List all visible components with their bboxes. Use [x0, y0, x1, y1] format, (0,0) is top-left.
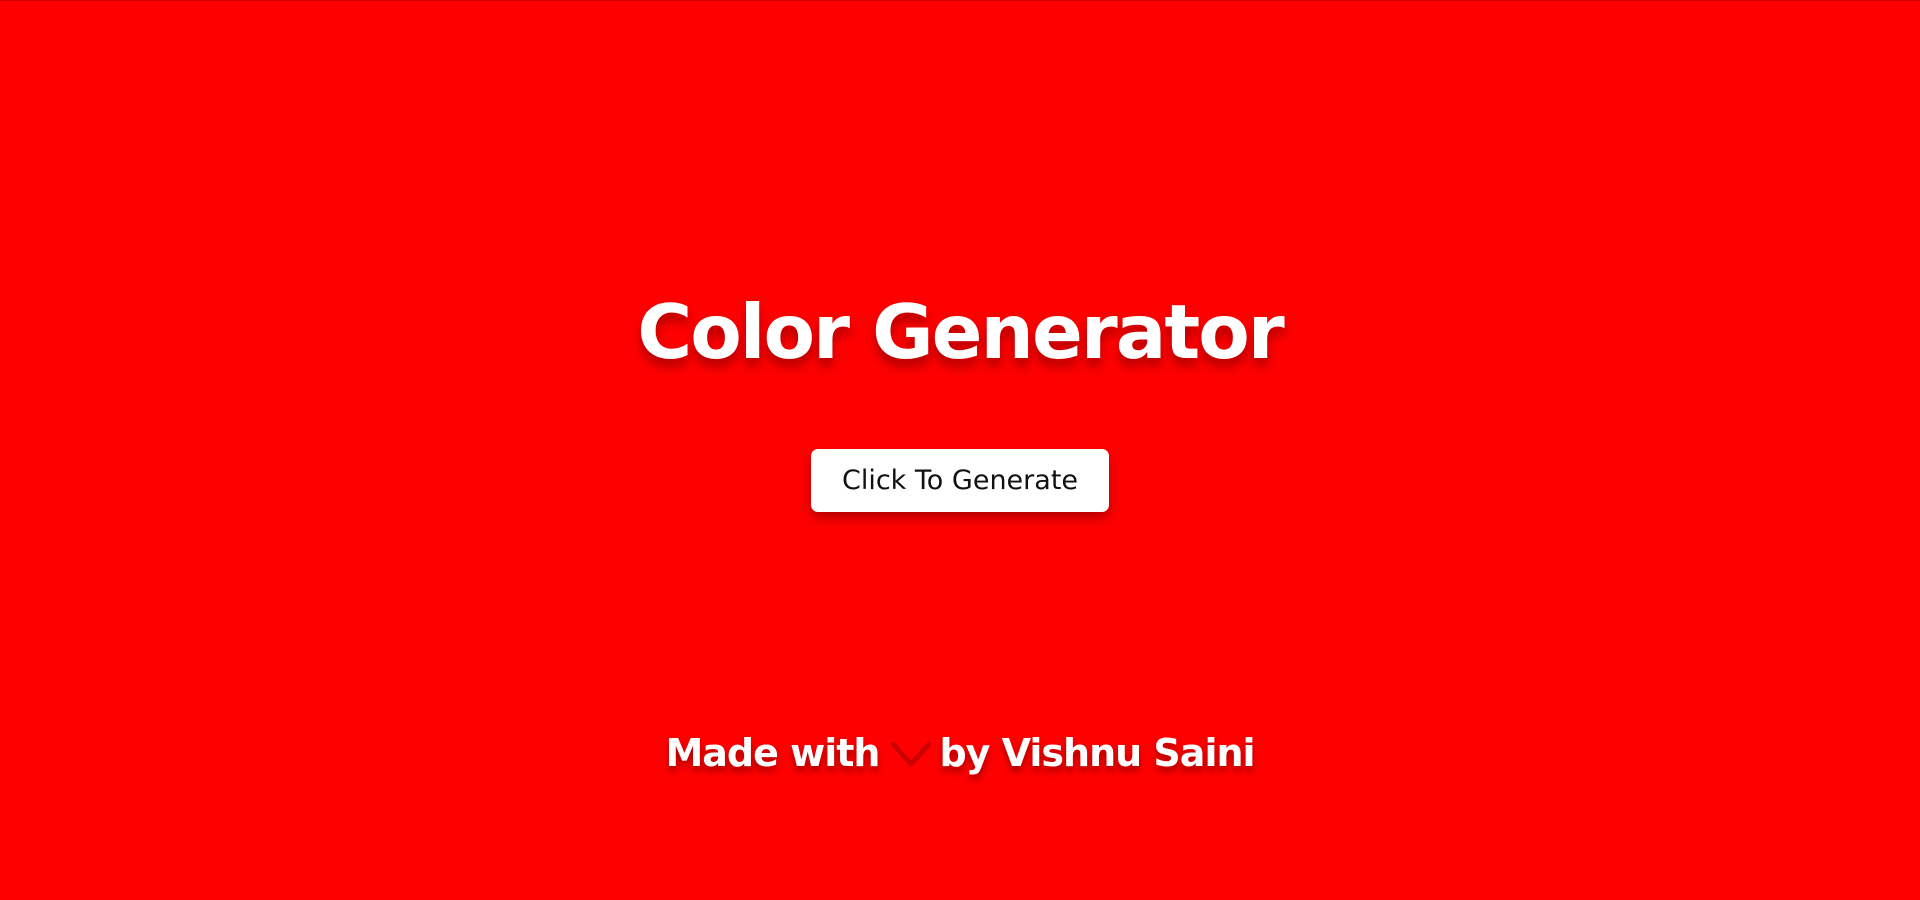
- footer-credit: Made with by Vishnu Saini: [0, 727, 1920, 779]
- page-title: Color Generator: [637, 288, 1285, 376]
- generate-color-button[interactable]: Click To Generate: [811, 449, 1109, 512]
- footer-suffix: by Vishnu Saini: [939, 731, 1255, 775]
- top-edge-line: [0, 0, 1920, 1]
- footer-prefix: Made with: [665, 731, 880, 775]
- heart-icon: [891, 742, 932, 772]
